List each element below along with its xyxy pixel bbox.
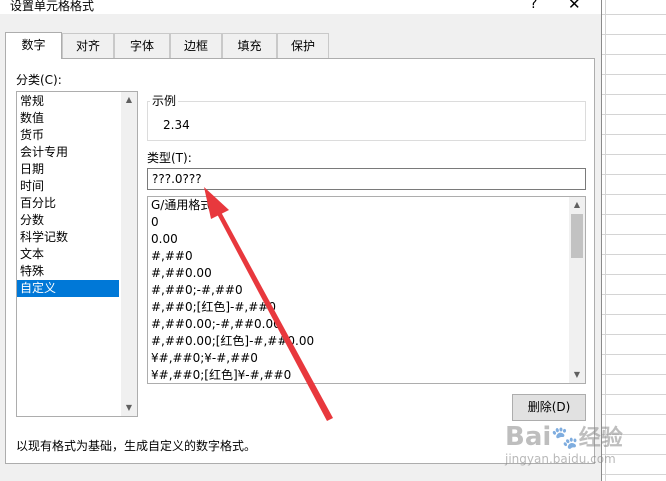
format-code-item[interactable]: #,##0.00;-#,##0.00 [148,316,585,333]
tab-alignment[interactable]: 对齐 [62,33,114,58]
sample-value: 2.34 [163,118,190,132]
tab-fill[interactable]: 填充 [222,33,277,58]
scroll-thumb[interactable] [571,214,583,258]
format-code-item[interactable]: #,##0;[红色]-#,##0 [148,299,585,316]
watermark-url: jingyan.baidu.com [505,452,616,466]
watermark-suffix: 经验 [578,426,623,451]
spreadsheet-grid [601,0,666,481]
title-bar: 设置单元格格式 ? ✕ [0,0,601,14]
scroll-up-icon[interactable]: ▲ [569,197,585,213]
category-item-text[interactable]: 文本 [17,246,137,263]
tab-protection[interactable]: 保护 [277,33,329,58]
category-list[interactable]: 常规 数值 货币 会计专用 日期 时间 百分比 分数 科学记数 文本 特殊 自定… [16,91,138,417]
format-code-item[interactable]: ¥#,##0;[红色]¥-#,##0 [148,367,585,383]
watermark-logo: Bai🐾经验 [505,420,623,452]
format-code-item[interactable]: 0 [148,214,585,231]
format-code-item[interactable]: #,##0;-#,##0 [148,282,585,299]
scroll-down-icon[interactable]: ▼ [121,400,137,416]
paw-icon: 🐾 [551,426,579,451]
help-icon[interactable]: ? [530,0,537,12]
format-code-item[interactable]: ¥#,##0;¥-#,##0 [148,350,585,367]
category-item-special[interactable]: 特殊 [17,263,137,280]
tab-border[interactable]: 边框 [170,33,222,58]
tab-number[interactable]: 数字 [5,32,62,59]
format-code-list[interactable]: G/通用格式 0 0.00 #,##0 #,##0.00 #,##0;-#,##… [147,196,586,384]
scroll-down-icon[interactable]: ▼ [569,367,585,383]
format-code-item[interactable]: 0.00 [148,231,585,248]
description-text: 以现有格式为基础，生成自定义的数字格式。 [16,439,257,453]
category-item-accounting[interactable]: 会计专用 [17,144,137,161]
category-item-fraction[interactable]: 分数 [17,212,137,229]
format-code-item[interactable]: #,##0 [148,248,585,265]
category-item-date[interactable]: 日期 [17,161,137,178]
category-item-time[interactable]: 时间 [17,178,137,195]
sample-group: 示例 2.34 [147,92,586,141]
format-cells-dialog: 设置单元格格式 ? ✕ 数字 对齐 字体 边框 填充 保护 分类(C): 常规 … [0,0,601,481]
tab-strip: 数字 对齐 字体 边框 填充 保护 [0,32,601,59]
type-input[interactable]: ???.0??? [147,168,586,190]
close-icon[interactable]: ✕ [568,0,581,13]
category-item-general[interactable]: 常规 [17,93,137,110]
category-scrollbar[interactable]: ▲ ▼ [121,92,137,416]
format-code-scrollbar[interactable]: ▲ ▼ [569,197,585,383]
category-item-scientific[interactable]: 科学记数 [17,229,137,246]
tab-font[interactable]: 字体 [114,33,170,58]
scroll-up-icon[interactable]: ▲ [121,92,137,108]
format-code-item[interactable]: #,##0.00;[红色]-#,##0.00 [148,333,585,350]
format-code-item[interactable]: #,##0.00 [148,265,585,282]
type-label: 类型(T): [147,151,192,165]
category-item-currency[interactable]: 货币 [17,127,137,144]
sample-label: 示例 [150,92,179,109]
format-code-item[interactable]: G/通用格式 [148,197,585,214]
delete-button[interactable]: 删除(D) [512,394,586,421]
category-item-number[interactable]: 数值 [17,110,137,127]
category-item-custom[interactable]: 自定义 [17,280,119,297]
dialog-title: 设置单元格格式 [10,0,95,13]
category-label: 分类(C): [16,73,62,87]
category-item-percentage[interactable]: 百分比 [17,195,137,212]
watermark-brand: Bai [505,422,552,452]
